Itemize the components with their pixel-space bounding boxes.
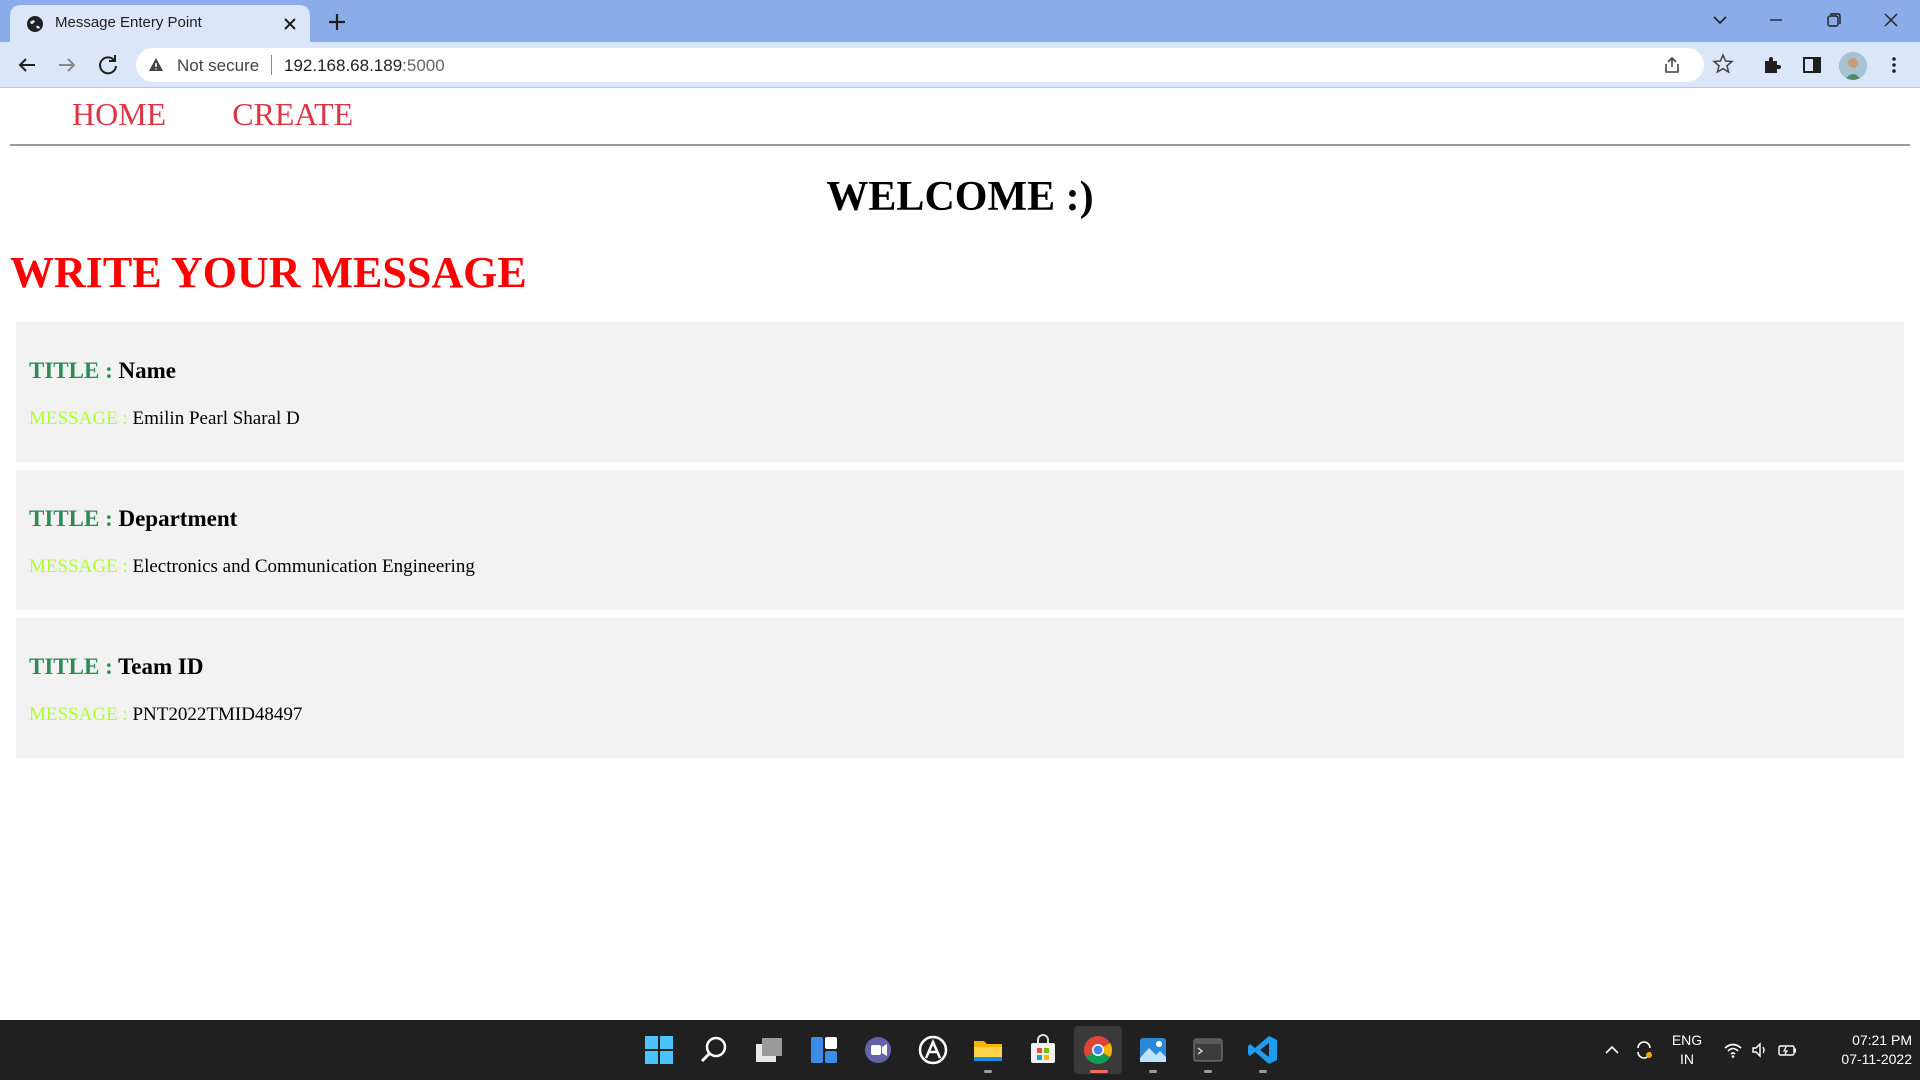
nav-home-link[interactable]: HOME bbox=[72, 96, 166, 133]
title-value: Team ID bbox=[118, 654, 204, 679]
chrome-taskbar-button[interactable] bbox=[1074, 1026, 1122, 1074]
vscode-icon[interactable] bbox=[1247, 1034, 1279, 1066]
title-label: TITLE : bbox=[29, 358, 119, 383]
card-message: MESSAGE : PNT2022TMID48497 bbox=[29, 704, 302, 726]
new-tab-icon[interactable] bbox=[324, 9, 350, 35]
write-message-heading: WRITE YOUR MESSAGE bbox=[10, 248, 527, 297]
web-page: HOME CREATE WELCOME :) WRITE YOUR MESSAGE… bbox=[0, 89, 1920, 1019]
restore-icon[interactable] bbox=[1813, 6, 1853, 34]
profile-avatar[interactable] bbox=[1839, 52, 1867, 80]
minimize-icon[interactable] bbox=[1756, 6, 1796, 34]
back-arrow-icon[interactable] bbox=[13, 51, 41, 79]
browser-tab[interactable]: Message Entery Point bbox=[10, 5, 310, 42]
share-icon[interactable] bbox=[1662, 55, 1682, 75]
title-value: Name bbox=[118, 358, 176, 383]
message-card: TITLE : Department MESSAGE : Electronics… bbox=[16, 470, 1904, 610]
app-icon[interactable] bbox=[917, 1034, 949, 1066]
globe-icon bbox=[27, 16, 43, 32]
nav-divider bbox=[10, 144, 1910, 146]
running-indicator bbox=[1259, 1070, 1267, 1073]
top-nav: HOME CREATE bbox=[72, 96, 419, 133]
message-value: Emilin Pearl Sharal D bbox=[132, 408, 300, 429]
store-icon[interactable] bbox=[1027, 1034, 1059, 1066]
message-value: PNT2022TMID48497 bbox=[132, 704, 303, 725]
address-bar[interactable]: Not secure 192.168.68.189:5000 bbox=[136, 48, 1704, 82]
running-indicator bbox=[1149, 1070, 1157, 1073]
chrome-menu-icon[interactable] bbox=[1883, 54, 1905, 76]
message-label: MESSAGE : bbox=[29, 408, 133, 429]
bookmark-star-icon[interactable] bbox=[1712, 53, 1734, 75]
search-icon[interactable] bbox=[698, 1034, 730, 1066]
reload-icon[interactable] bbox=[94, 51, 122, 79]
clock[interactable]: 07:21 PM 07-11-2022 bbox=[1812, 1031, 1912, 1069]
message-card: TITLE : Name MESSAGE : Emilin Pearl Shar… bbox=[16, 322, 1904, 462]
card-title: TITLE : Name bbox=[29, 358, 176, 384]
side-panel-icon[interactable] bbox=[1801, 54, 1823, 76]
title-label: TITLE : bbox=[29, 506, 119, 531]
forward-arrow-icon[interactable] bbox=[53, 51, 81, 79]
windows-taskbar: ENG IN 07:21 PM 07-11-2022 bbox=[0, 1020, 1920, 1080]
url-host: 192.168.68.189 bbox=[284, 56, 403, 75]
card-title: TITLE : Team ID bbox=[29, 654, 203, 680]
clock-date: 07-11-2022 bbox=[1841, 1051, 1912, 1067]
title-value: Department bbox=[118, 506, 238, 531]
sync-icon[interactable] bbox=[1634, 1040, 1654, 1060]
nav-create-link[interactable]: CREATE bbox=[232, 96, 353, 133]
title-label: TITLE : bbox=[29, 654, 119, 679]
volume-icon[interactable] bbox=[1750, 1040, 1770, 1060]
warning-icon[interactable] bbox=[148, 57, 164, 73]
card-message: MESSAGE : Emilin Pearl Sharal D bbox=[29, 408, 300, 430]
running-indicator bbox=[1204, 1070, 1212, 1073]
start-icon[interactable] bbox=[643, 1034, 675, 1066]
chrome-icon bbox=[1084, 1036, 1112, 1064]
running-indicator bbox=[984, 1070, 992, 1073]
welcome-heading: WELCOME :) bbox=[826, 174, 1094, 220]
language-indicator[interactable]: ENG IN bbox=[1668, 1031, 1706, 1069]
wifi-icon[interactable] bbox=[1723, 1040, 1743, 1060]
active-indicator bbox=[1090, 1070, 1108, 1073]
card-message: MESSAGE : Electronics and Communication … bbox=[29, 556, 475, 578]
language-label: ENG bbox=[1671, 1032, 1703, 1048]
extensions-puzzle-icon[interactable] bbox=[1761, 54, 1783, 76]
browser-toolbar: Not secure 192.168.68.189:5000 bbox=[0, 42, 1920, 88]
region-label: IN bbox=[1680, 1051, 1694, 1067]
security-status-label[interactable]: Not secure bbox=[177, 56, 259, 76]
browser-tab-strip: Message Entery Point bbox=[0, 0, 1920, 42]
profile-photo-icon bbox=[1839, 52, 1867, 80]
card-title: TITLE : Department bbox=[29, 506, 237, 532]
battery-icon[interactable] bbox=[1777, 1040, 1797, 1060]
url-text[interactable]: 192.168.68.189:5000 bbox=[284, 56, 445, 76]
message-card: TITLE : Team ID MESSAGE : PNT2022TMID484… bbox=[16, 618, 1904, 758]
chevron-up-icon[interactable] bbox=[1602, 1040, 1622, 1060]
message-label: MESSAGE : bbox=[29, 556, 133, 577]
tab-search-chevron-icon[interactable] bbox=[1700, 6, 1740, 34]
tab-title: Message Entery Point bbox=[55, 14, 202, 31]
widgets-icon[interactable] bbox=[808, 1034, 840, 1066]
close-window-icon[interactable] bbox=[1871, 6, 1911, 34]
divider bbox=[271, 55, 272, 75]
message-label: MESSAGE : bbox=[29, 704, 133, 725]
task-view-icon[interactable] bbox=[753, 1034, 785, 1066]
message-value: Electronics and Communication Engineerin… bbox=[132, 556, 475, 577]
close-tab-icon[interactable] bbox=[280, 14, 300, 34]
clock-time: 07:21 PM bbox=[1852, 1032, 1912, 1048]
photos-icon[interactable] bbox=[1137, 1034, 1169, 1066]
url-port: :5000 bbox=[402, 56, 445, 75]
file-explorer-icon[interactable] bbox=[972, 1034, 1004, 1066]
terminal-icon[interactable] bbox=[1192, 1034, 1224, 1066]
teams-chat-icon[interactable] bbox=[862, 1034, 894, 1066]
